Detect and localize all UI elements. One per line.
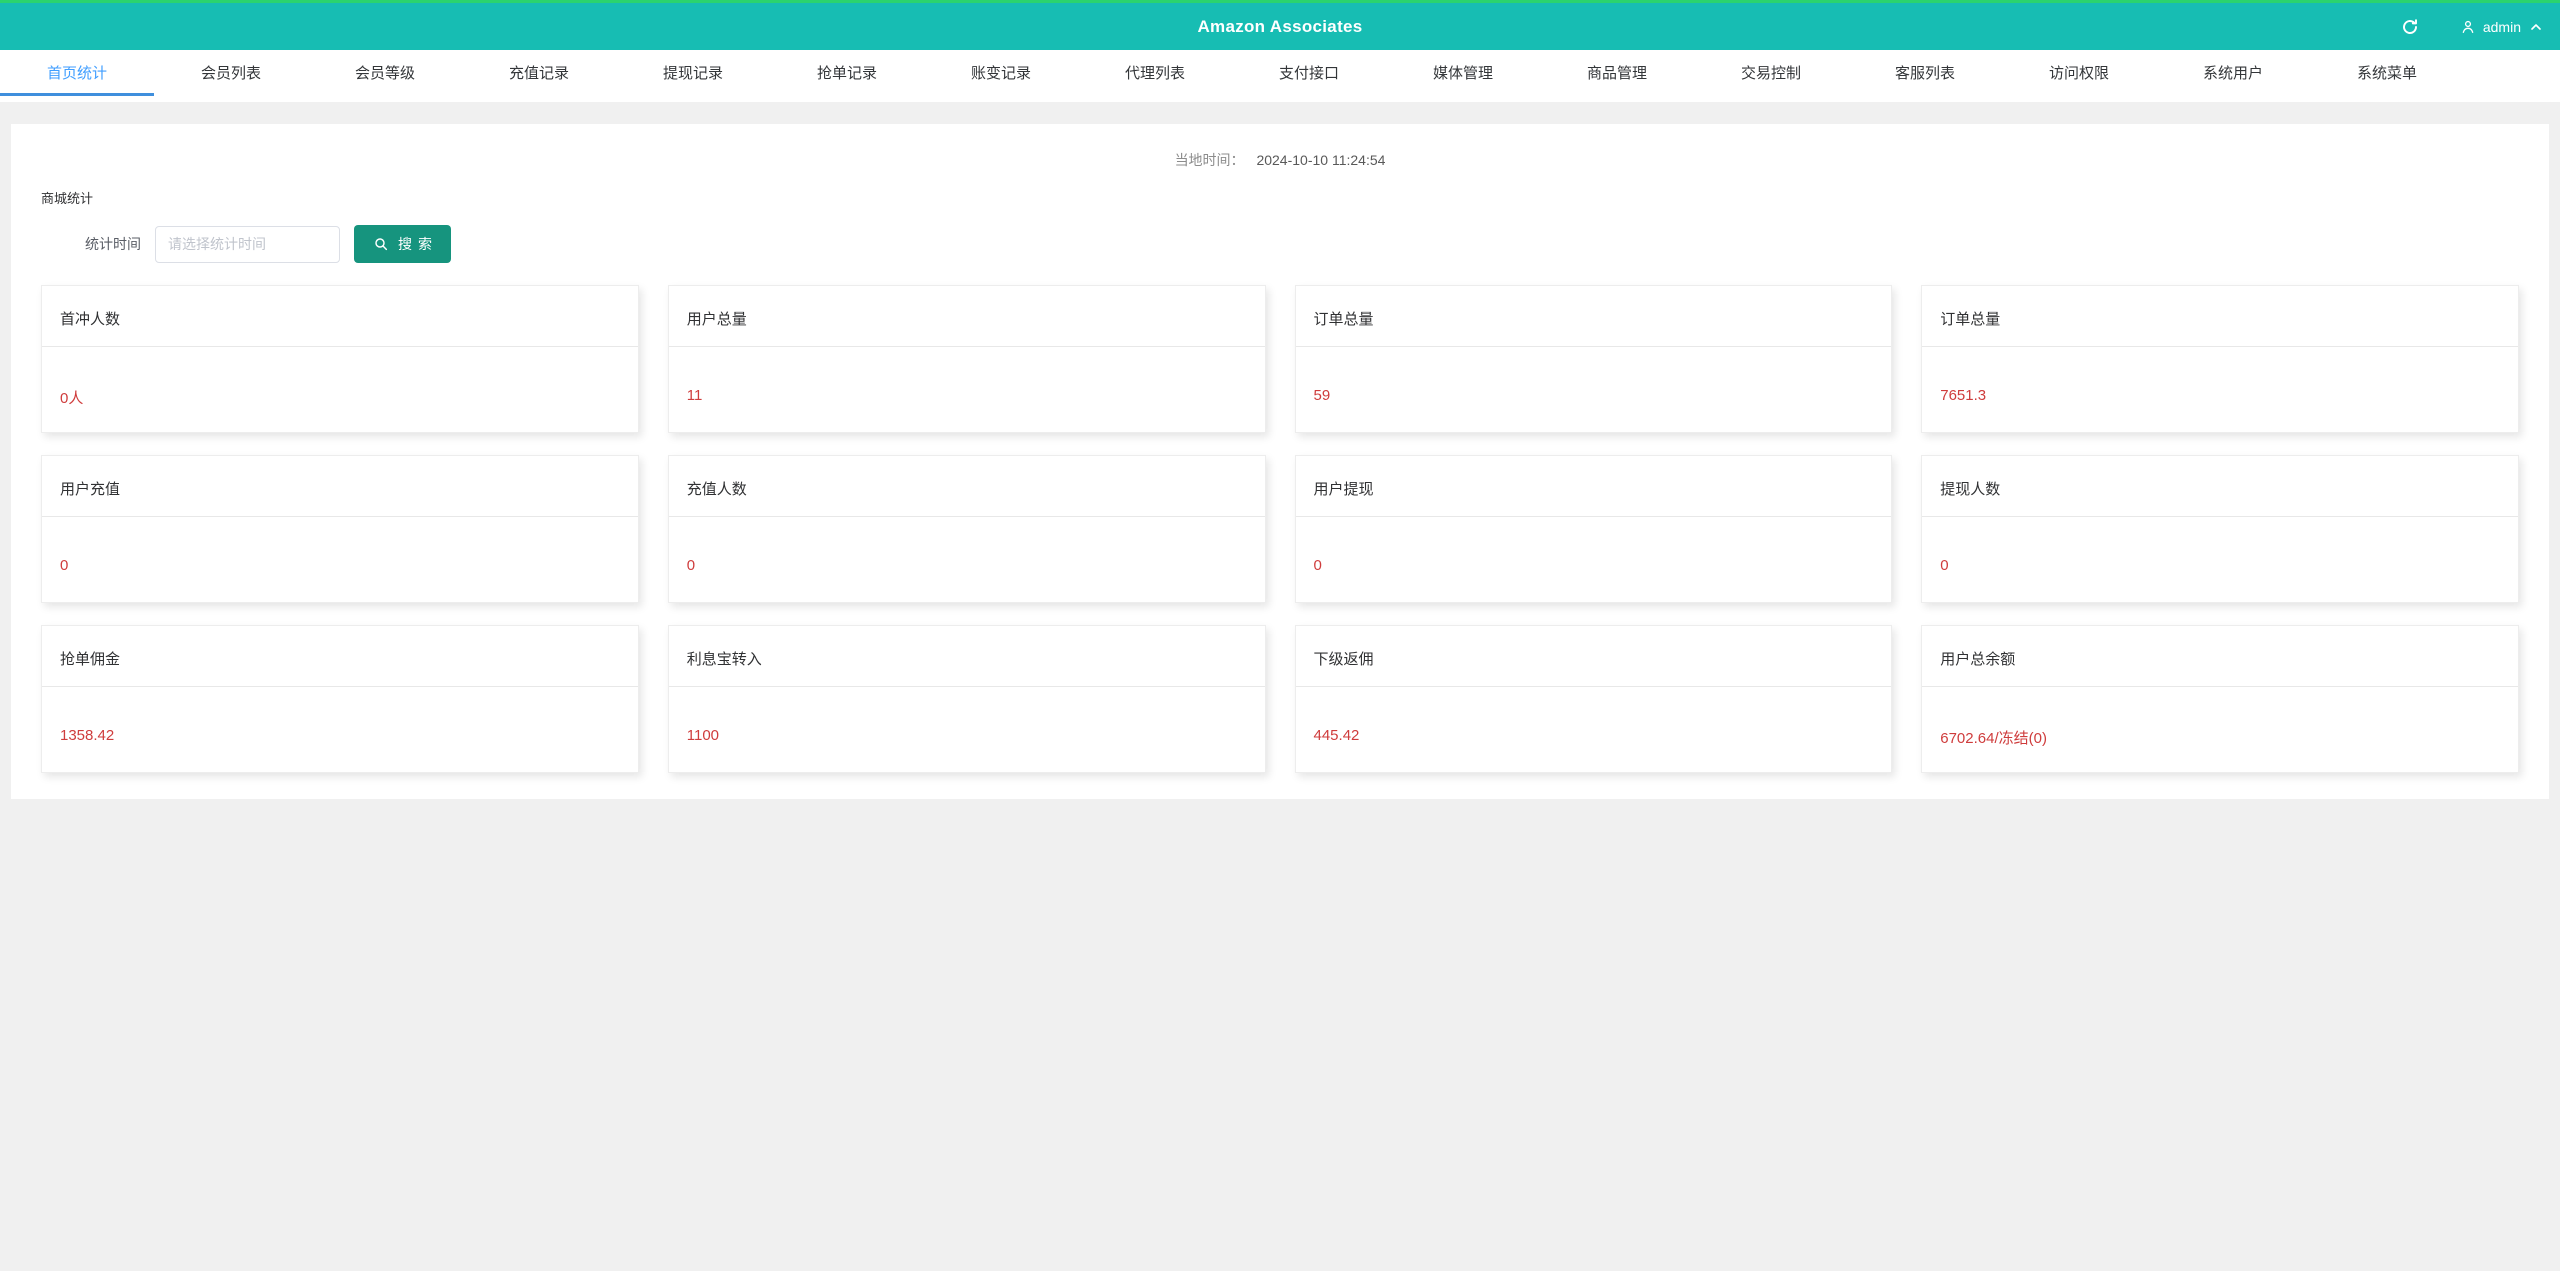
card-value: 0 [686, 557, 696, 574]
card-title: 订单总量 [1295, 286, 1892, 347]
page-content: 当地时间： 2024-10-10 11:24:54 商城统计 统计时间 搜索 首… [0, 102, 2560, 799]
card-title: 首冲人数 [42, 286, 638, 347]
search-icon [375, 238, 388, 251]
card-total-order-amount: 订单总量 7651.3 [1921, 285, 2519, 433]
card-title: 利息宝转入 [668, 626, 1265, 687]
card-value: 445.42 [1313, 727, 1360, 744]
tab-media-management[interactable]: 媒体管理 [1386, 50, 1540, 102]
card-value: 6702.64/冻结(0) [1940, 730, 2047, 747]
section-title: 商城统计 [41, 191, 94, 206]
app-title: Amazon Associates [1197, 16, 1363, 36]
search-button-label: 搜索 [398, 236, 438, 252]
card-title: 用户提现 [1295, 456, 1892, 517]
tab-recharge-records[interactable]: 充值记录 [462, 50, 616, 102]
card-title: 用户总量 [668, 286, 1265, 347]
card-total-users: 用户总量 11 [667, 285, 1266, 433]
card-value: 0 [1313, 557, 1322, 574]
stat-cards-grid: 首冲人数 0人 用户总量 11 订单总量 59 订单总量 7651.3 用户充值… [41, 285, 2519, 773]
refresh-icon[interactable] [2400, 17, 2420, 37]
card-title: 用户充值 [42, 456, 638, 517]
tab-access-permission[interactable]: 访问权限 [2002, 50, 2156, 102]
card-title: 订单总量 [1922, 286, 2518, 347]
nav-tabs: 首页统计 会员列表 会员等级 充值记录 提现记录 抢单记录 账变记录 代理列表 … [0, 50, 2560, 102]
card-recharge-users: 充值人数 0 [667, 455, 1266, 603]
card-value: 59 [1313, 387, 1331, 404]
card-user-total-balance: 用户总余额 6702.64/冻结(0) [1921, 625, 2519, 773]
tab-system-menu[interactable]: 系统菜单 [2310, 50, 2464, 102]
card-title: 用户总余额 [1922, 626, 2518, 687]
tab-product-management[interactable]: 商品管理 [1540, 50, 1694, 102]
search-button[interactable]: 搜索 [354, 225, 451, 263]
tab-trade-control[interactable]: 交易控制 [1694, 50, 1848, 102]
card-title: 充值人数 [668, 456, 1265, 517]
tab-account-change-records[interactable]: 账变记录 [924, 50, 1078, 102]
card-title: 下级返佣 [1295, 626, 1892, 687]
local-time-row: 当地时间： 2024-10-10 11:24:54 [29, 140, 2531, 172]
card-first-recharge-users: 首冲人数 0人 [41, 285, 639, 433]
card-user-recharge: 用户充值 0 [41, 455, 639, 603]
filter-row: 统计时间 搜索 [85, 225, 2531, 263]
card-value: 0 [1940, 557, 1949, 574]
stat-time-label: 统计时间 [85, 236, 141, 252]
card-value: 7651.3 [1940, 387, 1987, 404]
card-value: 1100 [686, 727, 720, 744]
stat-time-input[interactable] [155, 225, 340, 263]
card-value: 1358.42 [60, 727, 115, 744]
card-value: 0人 [60, 390, 84, 407]
tab-payment-api[interactable]: 支付接口 [1232, 50, 1386, 102]
username: admin [2482, 18, 2521, 35]
card-total-orders: 订单总量 59 [1294, 285, 1893, 433]
tab-agent-list[interactable]: 代理列表 [1078, 50, 1232, 102]
card-title: 提现人数 [1922, 456, 2518, 517]
user-icon [2462, 20, 2474, 33]
card-order-commission: 抢单佣金 1358.42 [41, 625, 639, 773]
tab-member-list[interactable]: 会员列表 [154, 50, 308, 102]
local-time-value: 2024-10-10 11:24:54 [1256, 152, 1386, 168]
card-subordinate-rebate: 下级返佣 445.42 [1294, 625, 1893, 773]
card-value: 0 [60, 557, 69, 574]
tab-member-level[interactable]: 会员等级 [308, 50, 462, 102]
header-actions: admin [2400, 3, 2544, 50]
tab-withdraw-records[interactable]: 提现记录 [616, 50, 770, 102]
app-header: Amazon Associates admin [0, 3, 2560, 50]
tab-home-stats[interactable]: 首页统计 [0, 50, 154, 102]
user-menu[interactable]: admin [2460, 19, 2544, 35]
card-user-withdraw: 用户提现 0 [1294, 455, 1893, 603]
card-value: 11 [686, 387, 703, 404]
chevron-up-icon [2531, 23, 2541, 30]
card-withdraw-users: 提现人数 0 [1921, 455, 2519, 603]
tab-order-grab-records[interactable]: 抢单记录 [770, 50, 924, 102]
card-interest-transfer-in: 利息宝转入 1100 [667, 625, 1266, 773]
local-time-label: 当地时间： [1174, 152, 1245, 168]
tab-system-users[interactable]: 系统用户 [2156, 50, 2310, 102]
main-panel: 当地时间： 2024-10-10 11:24:54 商城统计 统计时间 搜索 首… [11, 124, 2549, 799]
tab-service-list[interactable]: 客服列表 [1848, 50, 2002, 102]
card-title: 抢单佣金 [42, 626, 638, 687]
